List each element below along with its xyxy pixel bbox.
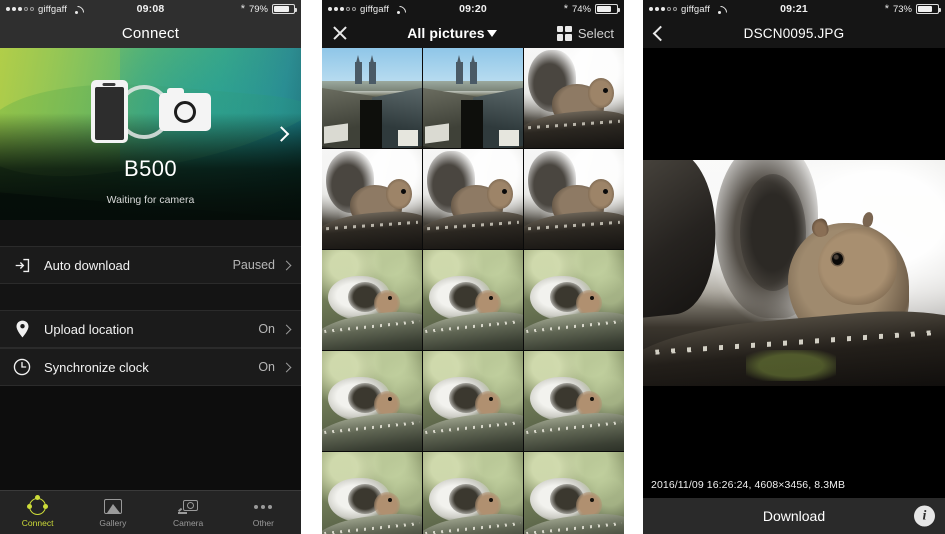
settings-row-auto-download[interactable]: Auto download Paused — [0, 246, 301, 284]
phone-screen-connect: giffgaff 09:08 * 79% Connect B500 Waitin… — [0, 0, 301, 534]
page-title: Connect — [121, 24, 180, 42]
settings-list: Auto download Paused Upload location On — [0, 220, 301, 490]
grid-thumbnail[interactable] — [524, 351, 624, 451]
grid-thumbnail[interactable] — [322, 250, 422, 350]
connection-status-text: Waiting for camera — [106, 194, 195, 206]
panel-divider — [624, 0, 643, 534]
album-filter-button[interactable]: All pictures — [347, 25, 557, 41]
grid-thumbnail[interactable] — [322, 48, 422, 148]
gallery-icon — [103, 497, 122, 516]
grid-thumbnail[interactable] — [423, 250, 523, 350]
camera-lens-shape — [173, 100, 196, 123]
status-right: * 79% — [240, 2, 297, 15]
battery-icon — [916, 4, 941, 14]
photo-image — [643, 160, 945, 386]
settings-label: Auto download — [44, 257, 131, 273]
settings-label: Upload location — [44, 321, 134, 337]
photo-metadata: 2016/11/09 16:26:24, 4608×3456, 8.3MB — [643, 474, 945, 498]
tab-camera[interactable]: Camera — [151, 491, 226, 534]
status-right: * 73% — [884, 2, 941, 15]
grid-thumbnail[interactable] — [423, 48, 523, 148]
settings-value: Paused — [232, 258, 275, 272]
status-right: * 74% — [563, 2, 620, 15]
chevron-right-icon — [281, 260, 292, 270]
tab-connect[interactable]: Connect — [0, 491, 75, 534]
tab-label: Connect — [21, 518, 54, 528]
navbar-connect: Connect — [0, 18, 301, 48]
tab-label: Camera — [173, 518, 204, 528]
chevron-right-icon — [281, 324, 292, 334]
settings-label: Synchronize clock — [44, 359, 149, 375]
grid-thumbnail[interactable] — [524, 250, 624, 350]
album-filter-label: All pictures — [407, 25, 485, 41]
download-button[interactable]: Download — [763, 508, 825, 524]
phone-icon — [90, 80, 128, 143]
three-phone-screenshots: giffgaff 09:08 * 79% Connect B500 Waitin… — [0, 0, 945, 534]
grid-thumbnail[interactable] — [322, 351, 422, 451]
device-name: B500 — [124, 156, 177, 181]
navbar-gallery: All pictures Select — [322, 18, 624, 48]
pairing-illustration — [0, 80, 301, 143]
camera-connect-banner[interactable]: B500 Waiting for camera — [0, 48, 301, 220]
grid-thumbnail[interactable] — [322, 149, 422, 249]
phone-screen-gallery: giffgaff 09:20 * 74% All pictures Select — [322, 0, 624, 534]
location-pin-icon — [11, 318, 33, 340]
bluetooth-icon: * — [240, 2, 245, 15]
photo-viewer[interactable]: 2016/11/09 16:26:24, 4608×3456, 8.3MB — [643, 48, 945, 498]
grid-thumbnail[interactable] — [423, 149, 523, 249]
bluetooth-icon: * — [884, 2, 889, 15]
settings-value: On — [258, 360, 275, 374]
caret-down-icon — [486, 30, 497, 37]
select-button[interactable]: Select — [556, 25, 614, 41]
viewer-action-bar: Download i — [643, 498, 945, 534]
grid-thumbnail[interactable] — [524, 452, 624, 534]
tab-label: Gallery — [99, 518, 127, 528]
battery-percent: 74% — [571, 3, 591, 15]
battery-icon — [272, 4, 297, 14]
photo-grid — [322, 48, 624, 534]
download-arrow-icon — [11, 254, 33, 276]
battery-percent: 79% — [248, 3, 268, 15]
battery-icon — [595, 4, 620, 14]
grid-thumbnail[interactable] — [423, 452, 523, 534]
status-bar: giffgaff 09:20 * 74% — [322, 0, 624, 18]
select-label: Select — [577, 25, 614, 41]
bottom-tab-bar: Connect Gallery Camera Other — [0, 490, 301, 534]
tab-other[interactable]: Other — [226, 491, 301, 534]
grid-thumbnail[interactable] — [322, 452, 422, 534]
connect-icon — [27, 495, 49, 516]
grid-thumbnail[interactable] — [524, 149, 624, 249]
panel-divider — [301, 0, 322, 534]
chevron-right-icon — [281, 362, 292, 372]
chevron-right-icon — [273, 126, 290, 142]
clock-icon — [11, 356, 33, 378]
next-device-button[interactable] — [273, 126, 290, 142]
tab-label: Other — [252, 518, 274, 528]
close-icon[interactable] — [332, 26, 347, 41]
phone-screen-viewer: giffgaff 09:21 * 73% DSCN0095.JPG 2016/1… — [643, 0, 945, 534]
list-gap-mid — [0, 284, 301, 310]
grid-view-icon — [556, 25, 572, 41]
battery-percent: 73% — [892, 3, 912, 15]
bluetooth-icon: * — [563, 2, 568, 15]
camera-icon — [158, 87, 211, 131]
grid-thumbnail[interactable] — [423, 351, 523, 451]
ellipsis-icon — [254, 497, 273, 516]
list-gap-top — [0, 220, 301, 246]
phone-screen-shape — [94, 87, 124, 140]
status-bar: giffgaff 09:21 * 73% — [643, 0, 945, 18]
tab-gallery[interactable]: Gallery — [75, 491, 150, 534]
status-bar: giffgaff 09:08 * 79% — [0, 0, 301, 18]
navbar-viewer: DSCN0095.JPG — [643, 18, 945, 48]
camera-icon — [178, 497, 199, 516]
info-icon[interactable]: i — [914, 505, 935, 527]
grid-thumbnail[interactable] — [524, 48, 624, 148]
settings-value: On — [258, 322, 275, 336]
settings-row-upload-location[interactable]: Upload location On — [0, 310, 301, 348]
settings-row-synchronize-clock[interactable]: Synchronize clock On — [0, 348, 301, 386]
photo-filename: DSCN0095.JPG — [743, 25, 845, 41]
